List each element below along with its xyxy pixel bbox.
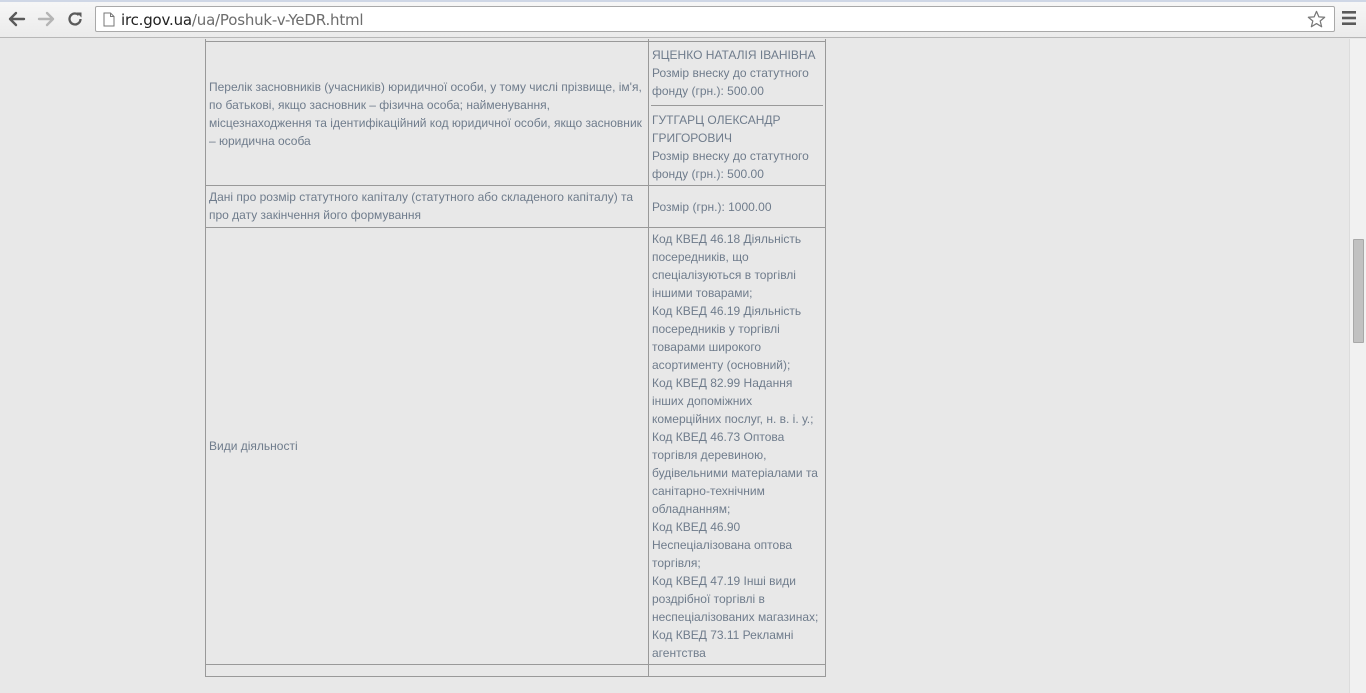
vertical-scrollbar[interactable] bbox=[1349, 39, 1366, 693]
activity-item: Код КВЕД 46.18 Діяльність посередників, … bbox=[652, 232, 802, 300]
star-icon[interactable] bbox=[1307, 10, 1326, 29]
activity-item: Код КВЕД 82.99 Надання інших допоміжних … bbox=[652, 376, 814, 426]
hamburger-menu-icon[interactable] bbox=[1342, 10, 1356, 26]
back-arrow-icon bbox=[8, 11, 26, 27]
next-value-cell bbox=[648, 664, 826, 677]
founders-label: Перелік засновників (учасників) юридично… bbox=[205, 41, 649, 186]
capital-label: Дані про розмір статутного капіталу (ста… bbox=[205, 185, 649, 228]
record-table: Перелік засновників (учасників) юридично… bbox=[205, 39, 826, 677]
founder-entry: ГУТГАРЦ ОЛЕКСАНДР ГРИГОРОВИЧ Розмір внес… bbox=[652, 111, 822, 183]
founder-divider bbox=[651, 105, 823, 106]
activity-item: Код КВЕД 46.73 Оптова торгівля деревиною… bbox=[652, 430, 818, 516]
forward-button[interactable] bbox=[35, 8, 57, 30]
table-row-founders: Перелік засновників (учасників) юридично… bbox=[205, 41, 826, 186]
activity-item: Код КВЕД 46.90 Неспеціалізована оптова т… bbox=[652, 520, 793, 570]
page-viewport: Перелік засновників (учасників) юридично… bbox=[0, 39, 1349, 693]
back-button[interactable] bbox=[6, 8, 28, 30]
founder-name: ЯЦЕНКО НАТАЛІЯ ІВАНІВНА bbox=[652, 48, 816, 62]
capital-value: Розмір (грн.): 1000.00 bbox=[648, 185, 826, 228]
founders-value: ЯЦЕНКО НАТАЛІЯ ІВАНІВНА Розмір внеску до… bbox=[648, 41, 826, 186]
table-row-activities: Види діяльності Код КВЕД 46.18 Діяльніст… bbox=[205, 227, 826, 665]
url-domain: irc.gov.ua bbox=[121, 11, 192, 29]
next-label-cell bbox=[205, 664, 649, 677]
activities-value: Код КВЕД 46.18 Діяльність посередників, … bbox=[648, 227, 826, 665]
founder-contribution: Розмір внеску до статутного фонду (грн.)… bbox=[652, 66, 809, 98]
activities-label: Види діяльності bbox=[205, 227, 649, 665]
address-bar[interactable]: irc.gov.ua/ua/Poshuk-v-YeDR.html bbox=[95, 6, 1335, 32]
browser-toolbar: irc.gov.ua/ua/Poshuk-v-YeDR.html bbox=[0, 0, 1366, 38]
table-row-next bbox=[205, 664, 826, 677]
reload-icon bbox=[68, 12, 82, 26]
page-icon bbox=[103, 12, 115, 27]
founder-name: ГУТГАРЦ ОЛЕКСАНДР ГРИГОРОВИЧ bbox=[652, 113, 781, 145]
activity-item: Код КВЕД 47.19 Інші види роздрібної торг… bbox=[652, 574, 819, 624]
founder-entry: ЯЦЕНКО НАТАЛІЯ ІВАНІВНА Розмір внеску до… bbox=[652, 46, 822, 100]
reload-button[interactable] bbox=[64, 8, 86, 30]
url-text[interactable]: irc.gov.ua/ua/Poshuk-v-YeDR.html bbox=[121, 11, 364, 29]
url-path: /ua/Poshuk-v-YeDR.html bbox=[191, 11, 364, 29]
activity-item: Код КВЕД 73.11 Рекламні агентства bbox=[652, 628, 794, 660]
forward-arrow-icon bbox=[37, 11, 55, 27]
scrollbar-thumb[interactable] bbox=[1353, 239, 1364, 343]
registry-record: Перелік засновників (учасників) юридично… bbox=[205, 39, 826, 677]
table-row-capital: Дані про розмір статутного капіталу (ста… bbox=[205, 185, 826, 228]
activity-item: Код КВЕД 46.19 Діяльність посередників у… bbox=[652, 304, 802, 372]
tab-strip-edge bbox=[0, 0, 1366, 2]
founder-contribution: Розмір внеску до статутного фонду (грн.)… bbox=[652, 149, 809, 181]
